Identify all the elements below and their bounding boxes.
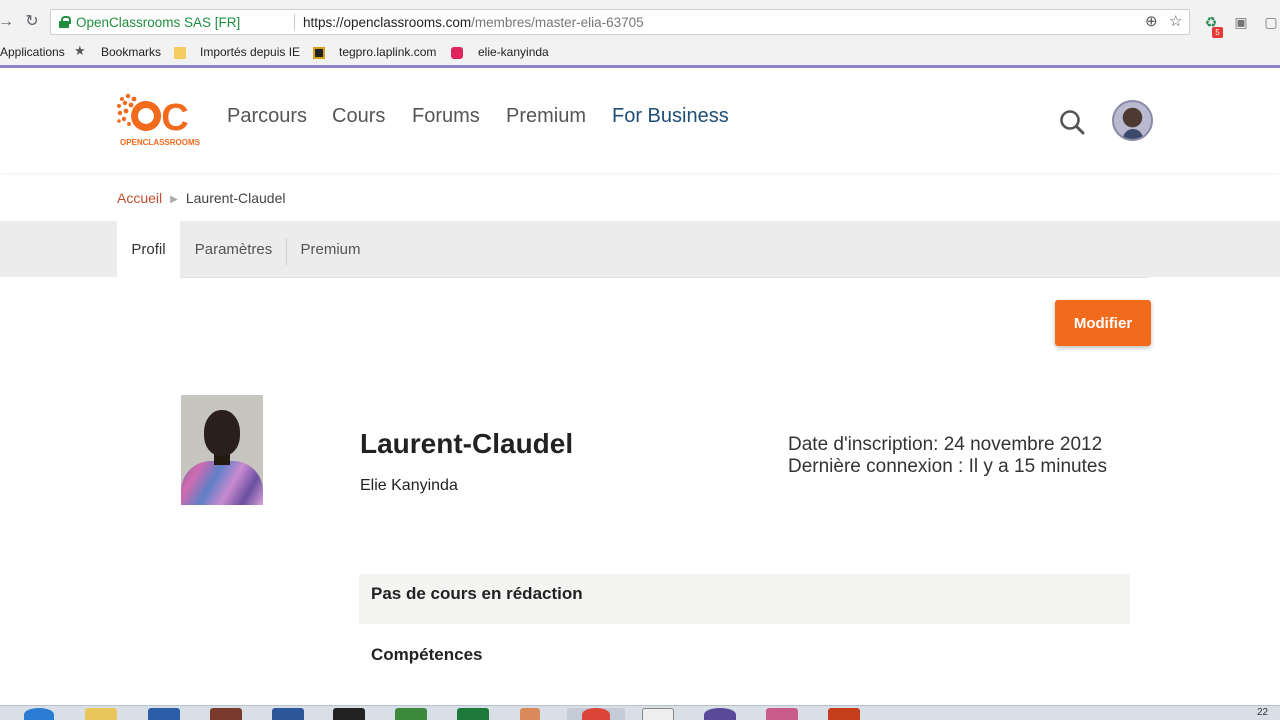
app-icon-3[interactable]	[395, 708, 427, 720]
profile-username: Laurent-Claudel	[360, 428, 574, 459]
tab-profil[interactable]: Profil	[117, 221, 180, 277]
skills-heading: Compétences	[371, 645, 483, 664]
svg-text:C: C	[161, 97, 188, 139]
nav-cours[interactable]: Cours	[332, 105, 385, 128]
profile-full-name: Elie Kanyinda	[360, 477, 458, 494]
browser-toolbar: → ↻ OpenClassrooms SAS [FR] https://open…	[0, 0, 1280, 44]
extension-icon-2[interactable]: ▢	[1262, 13, 1280, 31]
laplink-icon	[313, 47, 325, 59]
bookmark-imported[interactable]: Importés depuis IE	[200, 45, 300, 66]
explorer-icon[interactable]	[85, 708, 117, 720]
powerpoint-icon[interactable]	[828, 708, 860, 720]
app-icon[interactable]	[148, 708, 180, 720]
tab-premium[interactable]: Premium	[287, 221, 374, 277]
modifier-button[interactable]: Modifier	[1055, 300, 1151, 346]
excel-icon[interactable]	[457, 708, 489, 720]
user-avatar[interactable]	[1112, 100, 1153, 141]
forward-icon[interactable]: →	[0, 12, 16, 32]
breadcrumb-arrow-icon: ▶	[170, 194, 178, 205]
extension-badge: 5	[1212, 27, 1223, 38]
logo-mark: C OPENCLASSROOMS	[117, 93, 201, 147]
breadcrumb: Accueil ▶ Laurent-Claudel	[117, 190, 285, 206]
profile-site-icon	[451, 47, 463, 59]
nav-parcours[interactable]: Parcours	[227, 105, 307, 128]
profile-meta: Date d'inscription: 24 novembre 2012 Der…	[788, 434, 1107, 478]
nav-premium[interactable]: Premium	[506, 105, 586, 128]
notepad-icon[interactable]	[642, 708, 674, 720]
bookmark-star-icon[interactable]: ☆	[1169, 14, 1182, 30]
bookmarks-bar: Applications ★ Bookmarks Importés depuis…	[0, 44, 1280, 68]
folder-icon	[174, 47, 186, 59]
extension-lock-icon[interactable]: ▣	[1232, 13, 1250, 31]
chrome-icon	[582, 708, 610, 720]
site-header: C OPENCLASSROOMS Parcours Cours Forums P…	[0, 71, 1280, 173]
reload-icon[interactable]: ↻	[22, 12, 42, 32]
taskbar-clock: 22	[1257, 707, 1269, 718]
courses-status-box: Pas de cours en rédaction	[359, 574, 1130, 624]
bookmark-bookmarks[interactable]: Bookmarks	[101, 45, 161, 66]
breadcrumb-home[interactable]: Accueil	[117, 190, 162, 206]
taskbar: 22	[0, 705, 1280, 720]
amazon-icon[interactable]	[333, 708, 365, 720]
tabs-underline	[180, 277, 1148, 278]
openclassrooms-logo[interactable]: C OPENCLASSROOMS	[116, 93, 206, 149]
url-text[interactable]: https://openclassrooms.com/membres/maste…	[303, 15, 644, 30]
nav-for-business[interactable]: For Business	[612, 105, 729, 128]
lock-icon[interactable]	[59, 16, 71, 28]
app-icon-2[interactable]	[210, 708, 242, 720]
ie-icon[interactable]	[24, 708, 54, 720]
last-login: Dernière connexion : Il y a 15 minutes	[788, 456, 1107, 477]
app-icon-5[interactable]	[704, 708, 736, 720]
profile-tabs: Profil Paramètres Premium	[0, 221, 1280, 277]
bookmark-elie[interactable]: elie-kanyinda	[478, 45, 549, 66]
url-divider	[294, 14, 295, 30]
bookmark-tegpro[interactable]: tegpro.laplink.com	[339, 45, 436, 66]
site-identity[interactable]: OpenClassrooms SAS [FR]	[76, 15, 240, 30]
star-icon: ★	[74, 43, 86, 58]
svg-text:OPENCLASSROOMS: OPENCLASSROOMS	[120, 138, 201, 147]
app-icon-6[interactable]	[766, 708, 798, 720]
tab-parametres[interactable]: Paramètres	[181, 221, 286, 277]
bookmark-applications[interactable]: Applications	[0, 45, 65, 66]
signup-date: Date d'inscription: 24 novembre 2012	[788, 434, 1103, 455]
address-bar[interactable]: OpenClassrooms SAS [FR] https://openclas…	[50, 9, 1190, 35]
nav-forums[interactable]: Forums	[412, 105, 480, 128]
search-icon[interactable]	[1059, 109, 1085, 135]
app-icon-4[interactable]	[520, 708, 540, 720]
breadcrumb-current: Laurent-Claudel	[185, 190, 286, 206]
profile-photo	[181, 395, 263, 505]
courses-status-text: Pas de cours en rédaction	[371, 584, 583, 603]
zoom-icon[interactable]: ⊕	[1145, 14, 1158, 30]
word-icon[interactable]	[272, 708, 304, 720]
